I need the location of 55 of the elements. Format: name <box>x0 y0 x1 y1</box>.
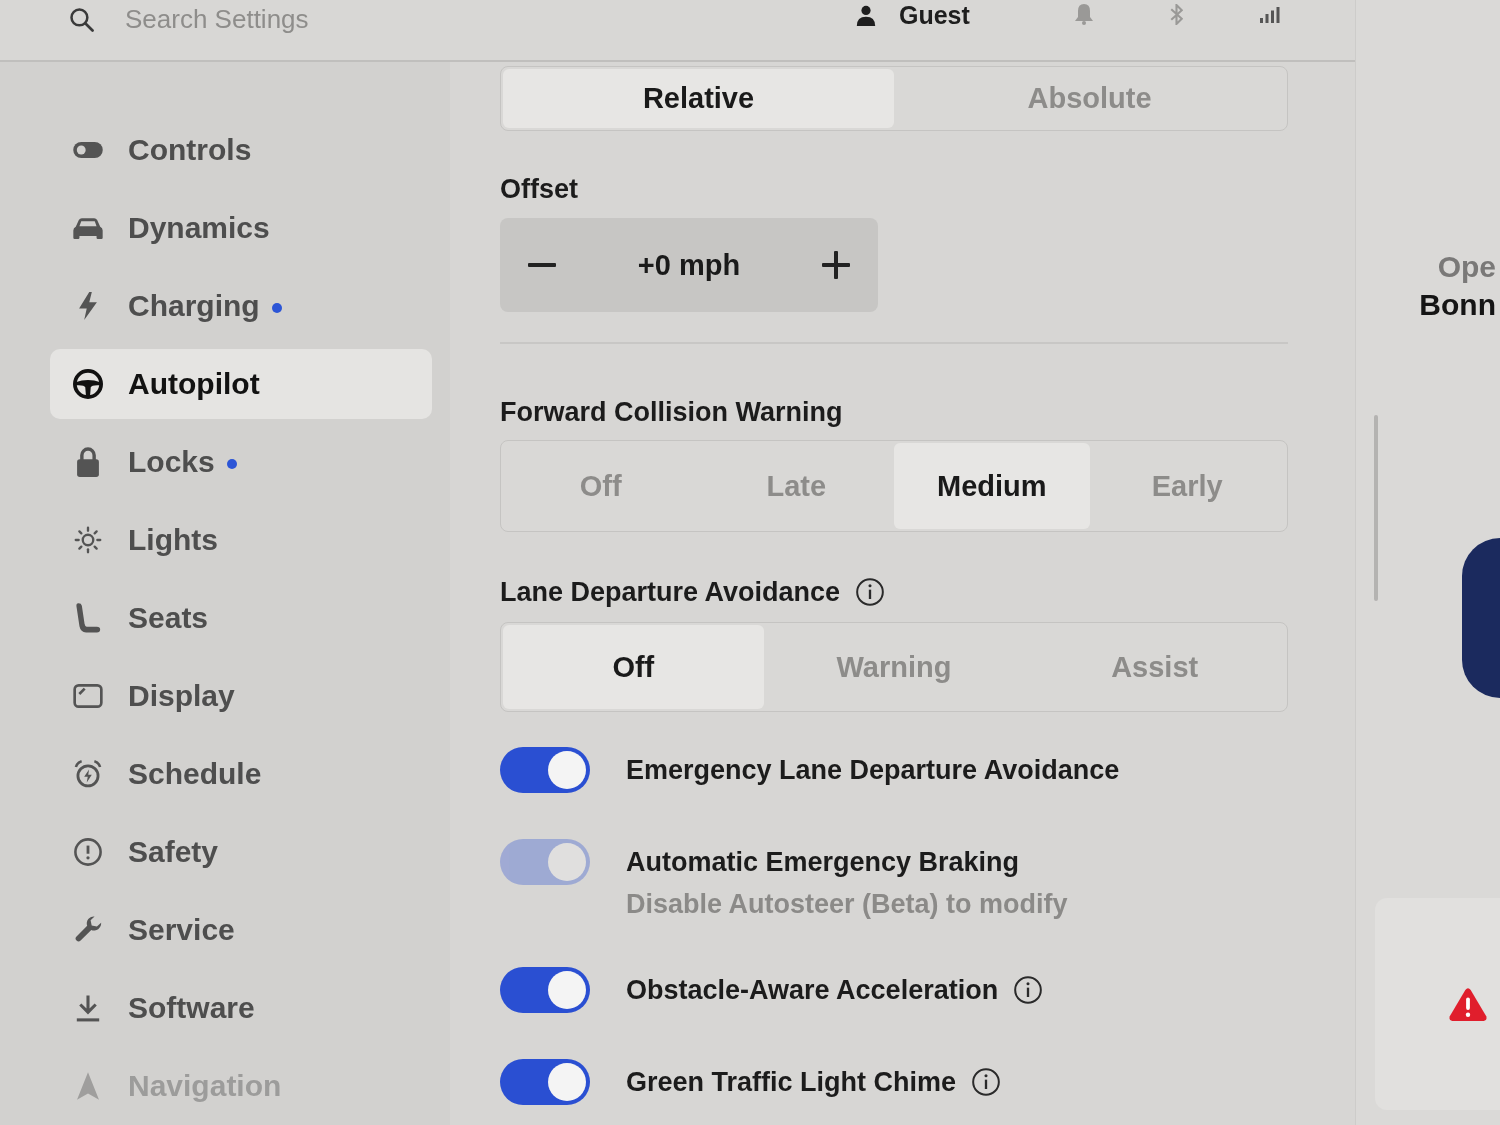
alarm-clock-icon <box>74 760 102 788</box>
toggle-switch[interactable] <box>500 967 590 1013</box>
setting-label: Obstacle-Aware Acceleration <box>626 974 999 1006</box>
signal-icon[interactable] <box>1260 6 1280 23</box>
sidebar-item[interactable]: Lights <box>50 505 432 575</box>
car-icon <box>73 217 103 239</box>
info-icon[interactable] <box>856 578 885 606</box>
sidebar-item[interactable]: Locks <box>50 427 432 497</box>
warning-icon <box>1449 987 1487 1021</box>
alert-card[interactable] <box>1375 898 1500 1110</box>
steering-wheel-icon <box>73 369 103 399</box>
setting-label: Green Traffic Light Chime <box>626 1066 957 1098</box>
search-icon <box>69 6 94 32</box>
toggle-switch[interactable] <box>500 747 590 793</box>
download-icon <box>75 994 101 1022</box>
section-label: Forward Collision Warning <box>500 396 843 428</box>
sidebar-item[interactable]: Schedule <box>50 739 432 809</box>
option-tab[interactable]: Medium <box>894 443 1090 529</box>
sidebar-item[interactable]: Safety <box>50 817 432 887</box>
setting-hint: Disable Autosteer (Beta) to modify <box>626 888 1068 921</box>
toggle-switch[interactable] <box>500 1059 590 1105</box>
option-tab[interactable]: Relative <box>503 69 894 128</box>
sidebar-item[interactable]: Charging <box>50 271 432 341</box>
search-field[interactable]: Search Settings <box>125 4 465 34</box>
toggle-icon <box>73 142 103 158</box>
scrollbar-thumb[interactable] <box>1374 415 1378 601</box>
setting-label: Emergency Lane Departure Avoidance <box>626 754 1120 786</box>
status-text: Ope <box>1436 249 1497 285</box>
exclamation-circle-icon <box>74 838 102 866</box>
minus-icon <box>528 263 556 267</box>
info-icon[interactable] <box>1014 976 1043 1004</box>
lightning-bolt-icon <box>79 292 97 320</box>
sun-icon <box>74 526 102 554</box>
setting-label: Automatic Emergency Braking <box>626 846 1020 878</box>
info-icon[interactable] <box>972 1068 1001 1096</box>
section-label: Lane Departure Avoidance <box>500 576 841 608</box>
sidebar-item[interactable]: Software <box>50 973 432 1043</box>
wrench-icon <box>74 916 102 944</box>
sidebar-item[interactable]: Display <box>50 661 432 731</box>
sidebar-item[interactable]: Service <box>50 895 432 965</box>
section-label: Offset <box>500 173 578 205</box>
option-tab[interactable]: Off <box>503 625 764 709</box>
display-icon <box>73 684 103 708</box>
profile-button[interactable]: Guest <box>855 0 970 30</box>
seat-icon <box>75 603 101 633</box>
sidebar-item[interactable]: Dynamics <box>50 193 432 263</box>
navigation-arrow-icon <box>77 1072 99 1100</box>
offset-value: +0 mph <box>637 248 741 282</box>
lock-icon <box>77 447 99 477</box>
sidebar-item[interactable]: Controls <box>50 115 432 185</box>
sidebar-item[interactable]: Autopilot <box>50 349 432 419</box>
sidebar-item[interactable]: Seats <box>50 583 432 653</box>
plus-icon <box>822 251 850 279</box>
person-icon <box>855 4 877 26</box>
location-text: Bonn <box>1418 287 1497 323</box>
